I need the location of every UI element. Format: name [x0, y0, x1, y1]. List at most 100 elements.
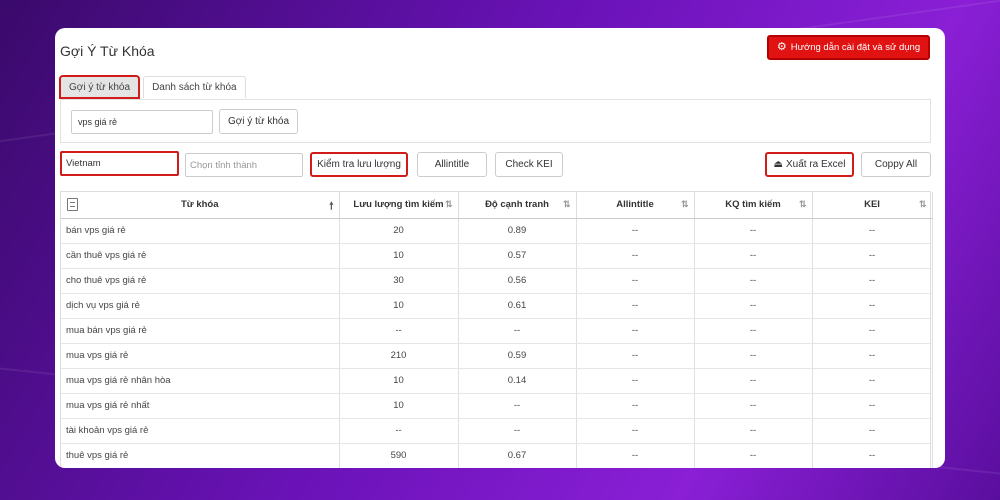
- cell-keyword: bán vps giá rẻ: [61, 218, 340, 244]
- table-row[interactable]: cho thuê vps giá rẻ 30 0.56 -- -- --: [61, 268, 933, 294]
- header-label: Lưu lượng tìm kiếm: [353, 199, 444, 211]
- header-label: Từ khóa: [181, 199, 219, 211]
- cell-keyword: mua vps giá rẻ nhân hòa: [61, 368, 340, 394]
- cell-search-results: --: [694, 243, 813, 269]
- help-button[interactable]: ⚙ Hướng dẫn cài đặt và sử dụng: [767, 35, 930, 60]
- sort-icon[interactable]: ⇅: [563, 199, 571, 210]
- cell-kei: --: [812, 368, 933, 394]
- tab-keyword-suggestion[interactable]: Gợi ý từ khóa: [58, 75, 141, 99]
- cell-search-results: --: [694, 368, 813, 394]
- gear-icon: ⚙: [776, 41, 787, 53]
- cell-search-volume: 590: [339, 443, 459, 468]
- cell-search-volume: 10: [339, 393, 459, 419]
- cell-search-volume: 10: [339, 293, 459, 319]
- cell-competition: 0.89: [458, 218, 577, 244]
- allintitle-button[interactable]: Allintitle: [417, 152, 487, 177]
- province-select[interactable]: [185, 153, 303, 177]
- cell-competition: 0.14: [458, 368, 577, 394]
- sort-asc-icon[interactable]: 🠕: [329, 199, 333, 216]
- cell-keyword: mua bán vps giá rẻ: [61, 318, 340, 344]
- download-icon: ⏏: [773, 159, 783, 170]
- cell-search-volume: 210: [339, 343, 459, 369]
- table-row[interactable]: bán vps giá rẻ 20 0.89 -- -- --: [61, 218, 933, 244]
- table-row[interactable]: mua vps giá rẻ nhân hòa 10 0.14 -- -- --: [61, 368, 933, 394]
- header-search-volume[interactable]: Lưu lượng tìm kiếm ⇅: [339, 192, 459, 219]
- header-label: KEI: [864, 199, 880, 211]
- table-row[interactable]: dịch vụ vps giá rẻ 10 0.61 -- -- --: [61, 293, 933, 319]
- tab-content: Gợi ý từ khóa: [60, 99, 931, 143]
- table-row[interactable]: mua vps giá rẻ 210 0.59 -- -- --: [61, 343, 933, 369]
- keyword-table: Từ khóa 🠕 Lưu lượng tìm kiếm ⇅ Độ cạnh t…: [60, 191, 933, 468]
- table-row[interactable]: thuê vps giá rẻ 590 0.67 -- -- --: [61, 443, 933, 468]
- help-button-label: Hướng dẫn cài đặt và sử dụng: [790, 42, 921, 53]
- page-title: Gợi Ý Từ Khóa: [60, 43, 155, 59]
- table-header-row: Từ khóa 🠕 Lưu lượng tìm kiếm ⇅ Độ cạnh t…: [61, 192, 933, 219]
- cell-search-results: --: [694, 343, 813, 369]
- tab-bar: Gợi ý từ khóa Danh sách từ khóa: [58, 75, 246, 99]
- export-label: Xuất ra Excel: [785, 159, 846, 170]
- cell-competition: 0.56: [458, 268, 577, 294]
- cell-allintitle: --: [576, 343, 695, 369]
- cell-competition: 0.61: [458, 293, 577, 319]
- sort-icon[interactable]: ⇅: [445, 199, 453, 210]
- country-field[interactable]: [60, 151, 179, 176]
- table-row[interactable]: tài khoản vps giá rẻ -- -- -- -- --: [61, 418, 933, 444]
- copy-all-label: Coppy All: [874, 159, 918, 170]
- cell-search-results: --: [694, 318, 813, 344]
- suggest-keyword-label: Gợi ý từ khóa: [227, 116, 290, 127]
- cell-kei: --: [812, 393, 933, 419]
- header-label: Độ cạnh tranh: [485, 199, 549, 211]
- cell-allintitle: --: [576, 418, 695, 444]
- cell-keyword: cần thuê vps giá rẻ: [61, 243, 340, 269]
- keyword-input[interactable]: [71, 110, 213, 134]
- table-row[interactable]: mua bán vps giá rẻ -- -- -- -- --: [61, 318, 933, 344]
- tab-keyword-list[interactable]: Danh sách từ khóa: [143, 76, 246, 98]
- cell-search-results: --: [694, 393, 813, 419]
- cell-competition: 0.59: [458, 343, 577, 369]
- table-row[interactable]: mua vps giá rẻ nhất 10 -- -- -- --: [61, 393, 933, 419]
- header-keyword[interactable]: Từ khóa 🠕: [61, 192, 340, 219]
- cell-kei: --: [812, 418, 933, 444]
- cell-search-results: --: [694, 268, 813, 294]
- header-allintitle[interactable]: Allintitle ⇅: [576, 192, 695, 219]
- cell-allintitle: --: [576, 443, 695, 468]
- sort-icon[interactable]: ⇅: [919, 199, 927, 210]
- copy-all-button[interactable]: Coppy All: [861, 152, 931, 177]
- cell-search-volume: 10: [339, 243, 459, 269]
- cell-allintitle: --: [576, 318, 695, 344]
- cell-keyword: mua vps giá rẻ: [61, 343, 340, 369]
- header-search-results[interactable]: KQ tìm kiếm ⇅: [694, 192, 813, 219]
- cell-search-volume: --: [339, 318, 459, 344]
- check-traffic-label: Kiểm tra lưu lượng: [317, 159, 401, 170]
- check-traffic-button[interactable]: Kiểm tra lưu lượng: [310, 152, 408, 177]
- cell-allintitle: --: [576, 268, 695, 294]
- header-kei[interactable]: KEI ⇅: [812, 192, 933, 219]
- cell-allintitle: --: [576, 293, 695, 319]
- table-row[interactable]: cần thuê vps giá rẻ 10 0.57 -- -- --: [61, 243, 933, 269]
- cell-keyword: mua vps giá rẻ nhất: [61, 393, 340, 419]
- cell-allintitle: --: [576, 368, 695, 394]
- cell-search-volume: 20: [339, 218, 459, 244]
- check-kei-button[interactable]: Check KEI: [495, 152, 563, 177]
- cell-keyword: tài khoản vps giá rẻ: [61, 418, 340, 444]
- keyword-suggestion-panel: Gợi Ý Từ Khóa ⚙ Hướng dẫn cài đặt và sử …: [55, 28, 945, 468]
- header-competition[interactable]: Độ cạnh tranh ⇅: [458, 192, 577, 219]
- export-excel-button[interactable]: ⏏ Xuất ra Excel: [765, 152, 854, 177]
- table-body: bán vps giá rẻ 20 0.89 -- -- -- cần thuê vps g…: [61, 218, 933, 468]
- cell-kei: --: [812, 268, 933, 294]
- tab-label: Gợi ý từ khóa: [69, 82, 131, 93]
- cell-search-results: --: [694, 218, 813, 244]
- suggest-keyword-button[interactable]: Gợi ý từ khóa: [219, 109, 298, 134]
- sort-icon[interactable]: ⇅: [799, 199, 807, 210]
- cell-keyword: thuê vps giá rẻ: [61, 443, 340, 468]
- cell-kei: --: [812, 218, 933, 244]
- document-icon: [67, 198, 78, 211]
- cell-keyword: cho thuê vps giá rẻ: [61, 268, 340, 294]
- cell-allintitle: --: [576, 393, 695, 419]
- sort-icon[interactable]: ⇅: [681, 199, 689, 210]
- cell-search-results: --: [694, 418, 813, 444]
- check-kei-label: Check KEI: [505, 159, 553, 170]
- cell-competition: --: [458, 318, 577, 344]
- cell-keyword: dịch vụ vps giá rẻ: [61, 293, 340, 319]
- cell-kei: --: [812, 318, 933, 344]
